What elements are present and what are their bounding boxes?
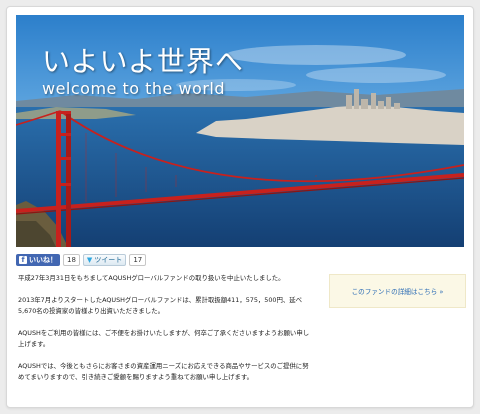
hero-title: いよいよ世界へ <box>42 45 244 78</box>
announcement-text: 平成27年3月31日をもちましてAQUSHグローバルファンドの取り扱いを中止いた… <box>18 273 314 394</box>
paragraph: AQUSHをご利用の皆様には、ご不便をお掛けいたしますが、何卒ご了承くださいます… <box>18 329 310 348</box>
facebook-icon: f <box>19 256 27 264</box>
social-buttons: f いいね！ 18 ▼ ツイート 17 <box>16 253 147 267</box>
paragraph: 平成27年3月31日をもちましてAQUSHグローバルファンドの取り扱いを中止いた… <box>18 274 285 282</box>
tweet-button[interactable]: ▼ ツイート <box>82 254 127 266</box>
paragraph: 2013年7月よりスタートしたAQUSHグローバルファンドは、累計取扱額411，… <box>18 296 303 315</box>
fund-detail-link[interactable]: このファンドの詳細はこちら » <box>329 274 466 308</box>
paragraph: AQUSHでは、今後ともさらにお客さまの資産運用ニーズにお応えできる商品やサービ… <box>18 362 309 381</box>
tweet-count: 17 <box>129 254 147 266</box>
twitter-bird-icon: ▼ <box>86 256 93 264</box>
like-count: 18 <box>63 254 80 266</box>
fund-detail-link-label[interactable]: このファンドの詳細はこちら » <box>352 286 444 296</box>
facebook-like-button[interactable]: f いいね！ <box>16 254 60 266</box>
tweet-label: ツイート <box>94 256 123 264</box>
hero-banner: いよいよ世界へ welcome to the world <box>16 15 464 247</box>
main-card: いよいよ世界へ welcome to the world f いいね！ 18 ▼… <box>6 6 474 408</box>
hero-subtitle: welcome to the world <box>42 79 226 98</box>
like-label: いいね！ <box>29 256 57 264</box>
